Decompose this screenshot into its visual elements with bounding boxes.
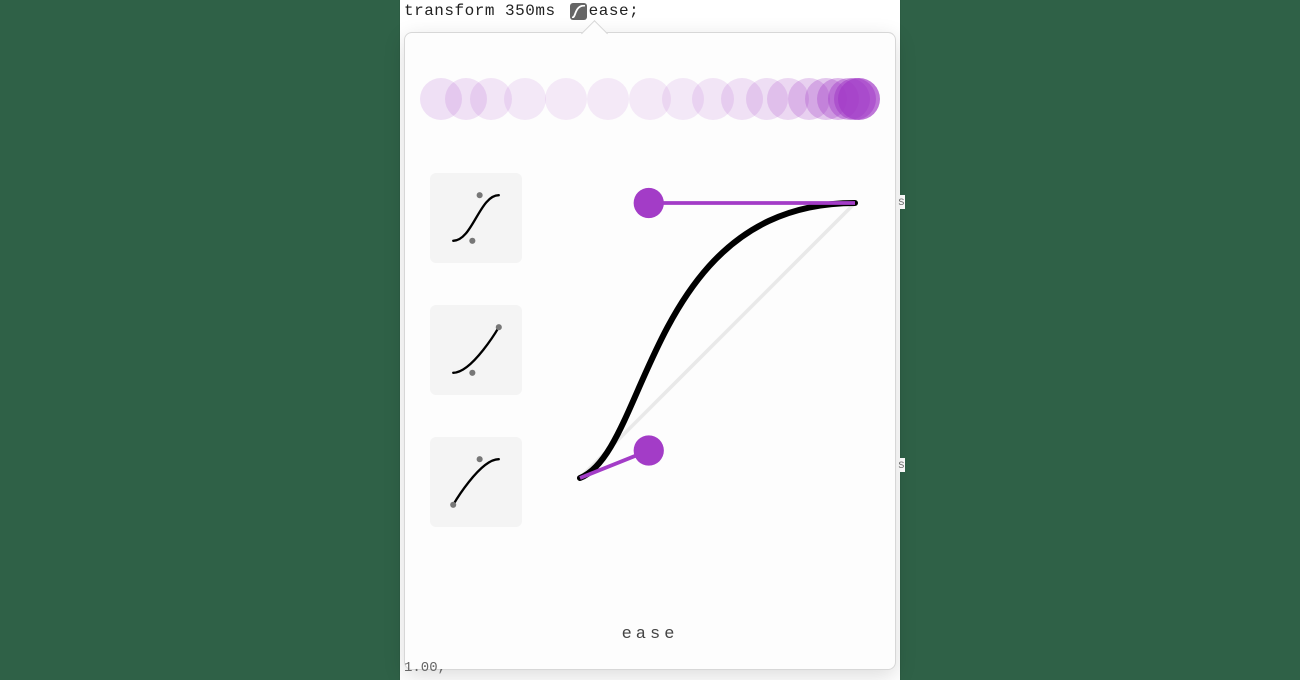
css-transition-line: transform 350ms ease ; [400,0,900,22]
clipped-bottom-text: 1.00, [404,660,446,676]
handle-1[interactable] [634,435,664,465]
preset-handle [469,370,475,376]
preset-handle [469,238,475,244]
preset-curve [453,459,499,505]
bezier-editor-popover: ease [404,32,896,670]
preset-handle [496,324,502,330]
css-timing: ease [589,2,629,20]
preset-item[interactable] [430,437,522,527]
css-property: transform [404,2,495,20]
velocity-sample [838,78,880,120]
preset-handle [477,456,483,462]
clipped-background-text: s s [900,0,905,500]
css-suffix: ; [629,2,639,20]
css-duration: 350ms [505,2,556,20]
linear-guide [580,203,855,478]
bezier-canvas[interactable] [580,203,855,478]
bezier-swatch-icon[interactable] [570,3,587,20]
preset-curve [453,327,499,373]
preset-item[interactable] [430,305,522,395]
velocity-sample [587,78,629,120]
velocity-sample [545,78,587,120]
curve-name-label: ease [405,625,895,644]
preset-item[interactable] [430,173,522,263]
preset-handle [477,192,483,198]
popover-arrow [581,20,608,47]
velocity-preview [420,68,880,128]
page-panel: transform 350ms ease ; s s [400,0,900,680]
handle-2[interactable] [634,188,664,218]
preset-list [430,173,522,527]
preset-curve [453,195,499,241]
velocity-sample [504,78,546,120]
preset-handle [450,502,456,508]
